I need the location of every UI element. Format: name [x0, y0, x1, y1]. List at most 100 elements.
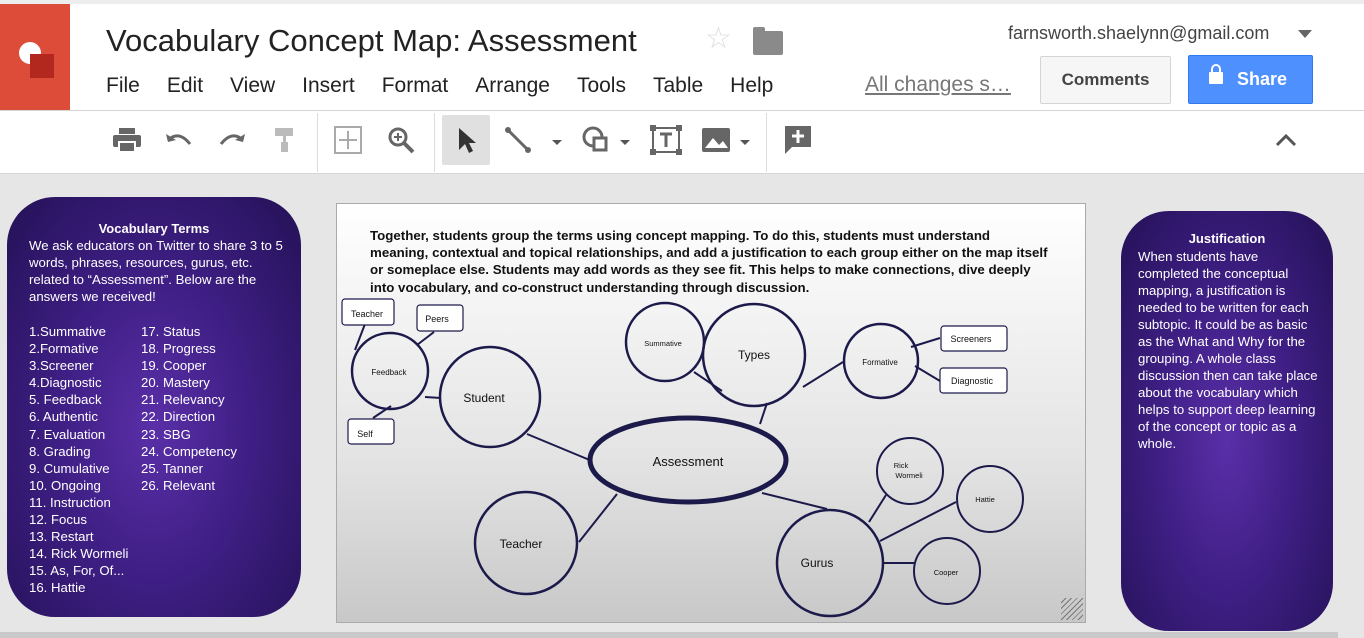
connector — [526, 433, 593, 462]
term-item: 11. Instruction — [29, 494, 111, 510]
term-item: 15. As, For, Of... — [29, 563, 125, 579]
term-item: 3.Screener — [29, 358, 94, 374]
undo-icon[interactable] — [155, 115, 203, 165]
term-item: 21. Relevancy — [141, 392, 225, 408]
terms-list-2: 17. Status 18. Progress 19. Cooper 20. Mast… — [141, 323, 291, 494]
student-label: Student — [463, 391, 505, 405]
formative-label: Formative — [862, 358, 898, 367]
redo-icon[interactable] — [208, 115, 256, 165]
connector — [424, 396, 442, 399]
term-item: 25. Tanner — [141, 460, 204, 476]
collapse-icon[interactable] — [1262, 115, 1310, 165]
term-item: 16. Hattie — [29, 580, 86, 596]
chevron-down-icon[interactable] — [620, 140, 630, 145]
image-icon[interactable] — [692, 115, 740, 165]
menu-bar: File Edit View Insert Format Arrange Too… — [106, 74, 800, 98]
term-item: 2.Formative — [29, 341, 99, 357]
share-button[interactable]: Share — [1188, 55, 1313, 104]
shape-icon[interactable] — [572, 115, 620, 165]
folder-icon[interactable] — [753, 27, 783, 55]
rick-label-line2: Wormeli — [895, 471, 923, 480]
menu-format[interactable]: Format — [382, 74, 449, 98]
connector — [578, 493, 618, 543]
term-item: 23. SBG — [141, 426, 191, 442]
hattie-label: Hattie — [975, 495, 995, 504]
connector — [879, 501, 957, 542]
teacher-box-label: Teacher — [351, 309, 383, 319]
menu-view[interactable]: View — [230, 74, 275, 98]
term-item: 7. Evaluation — [29, 426, 106, 442]
term-item: 1.Summative — [29, 324, 106, 339]
connector — [761, 492, 828, 510]
select-icon[interactable] — [442, 115, 490, 165]
toolbar-divider — [317, 113, 318, 172]
term-item: 5. Feedback — [29, 392, 102, 408]
self-label: Self — [357, 429, 373, 439]
teacher-label: Teacher — [500, 537, 543, 551]
concept-map[interactable]: Assessment Student Feedback Teacher Peer… — [337, 204, 1085, 622]
vocabulary-terms-panel[interactable]: Vocabulary Terms We ask educators on Twi… — [7, 197, 301, 617]
term-item: 9. Cumulative — [29, 460, 110, 476]
term-item: 13. Restart — [29, 529, 94, 545]
summative-label: Summative — [644, 339, 682, 348]
vocabulary-terms-title: Vocabulary Terms — [98, 221, 210, 236]
term-item: 17. Status — [141, 324, 201, 339]
justification-panel[interactable]: Justification When students have complet… — [1121, 211, 1333, 631]
menu-table[interactable]: Table — [653, 74, 703, 98]
term-item: 18. Progress — [141, 341, 216, 357]
menu-tools[interactable]: Tools — [577, 74, 626, 98]
account-email[interactable]: farnsworth.shaelynn@gmail.com — [1008, 23, 1269, 44]
zoom-fit-icon[interactable] — [324, 115, 372, 165]
document-title[interactable]: Vocabulary Concept Map: Assessment — [106, 23, 637, 59]
paint-format-icon[interactable] — [261, 115, 309, 165]
assessment-label: Assessment — [653, 454, 724, 469]
comments-button[interactable]: Comments — [1040, 56, 1171, 104]
feedback-label: Feedback — [371, 368, 407, 377]
gurus-label: Gurus — [801, 556, 834, 570]
print-icon[interactable] — [103, 115, 151, 165]
diagnostic-label: Diagnostic — [951, 376, 994, 386]
connector — [868, 494, 887, 523]
term-item: 26. Relevant — [141, 477, 216, 493]
drawing-canvas[interactable]: Vocabulary Terms We ask educators on Twi… — [0, 175, 1364, 638]
terms-list-1: 1.Summative 2.Formative 3.Screener 4.Diagno… — [29, 323, 141, 597]
menu-edit[interactable]: Edit — [167, 74, 203, 98]
term-item: 14. Rick Wormeli — [29, 546, 129, 562]
menu-help[interactable]: Help — [730, 74, 773, 98]
star-icon[interactable]: ☆ — [705, 24, 732, 54]
justification-title: Justification — [1188, 231, 1266, 246]
term-item: 12. Focus — [29, 512, 87, 528]
menu-arrange[interactable]: Arrange — [475, 74, 550, 98]
justification-text: When students have completed the concept… — [1138, 249, 1318, 451]
text-box-icon[interactable] — [642, 115, 690, 165]
term-item: 20. Mastery — [141, 375, 210, 391]
rick-label-line1: Rick — [894, 461, 909, 470]
term-item: 19. Cooper — [141, 358, 207, 374]
peers-label: Peers — [425, 314, 449, 324]
zoom-in-icon[interactable] — [377, 115, 425, 165]
chevron-down-icon[interactable] — [740, 140, 750, 145]
connector — [802, 361, 844, 388]
screeners-label: Screeners — [950, 334, 992, 344]
chevron-down-icon[interactable] — [552, 140, 562, 145]
toolbar-divider — [766, 113, 767, 172]
comment-icon[interactable] — [774, 115, 822, 165]
term-item: 8. Grading — [29, 443, 91, 459]
share-label: Share — [1237, 69, 1288, 89]
concept-map-slide[interactable]: Together, students group the terms using… — [336, 203, 1086, 623]
cooper-label: Cooper — [934, 568, 959, 577]
save-status-link[interactable]: All changes s… — [865, 73, 1011, 97]
drawings-logo[interactable] — [0, 4, 70, 110]
connector — [416, 331, 435, 346]
toolbar — [0, 111, 1364, 174]
line-icon[interactable] — [494, 115, 542, 165]
menu-insert[interactable]: Insert — [302, 74, 355, 98]
resize-handle-icon[interactable] — [1061, 598, 1083, 620]
lock-icon — [1209, 64, 1223, 84]
chevron-down-icon[interactable] — [1298, 30, 1312, 38]
horizontal-scrollbar[interactable] — [0, 632, 1338, 638]
menu-file[interactable]: File — [106, 74, 140, 98]
toolbar-divider — [434, 113, 435, 172]
types-label: Types — [738, 348, 770, 362]
term-item: 24. Competency — [141, 443, 238, 459]
